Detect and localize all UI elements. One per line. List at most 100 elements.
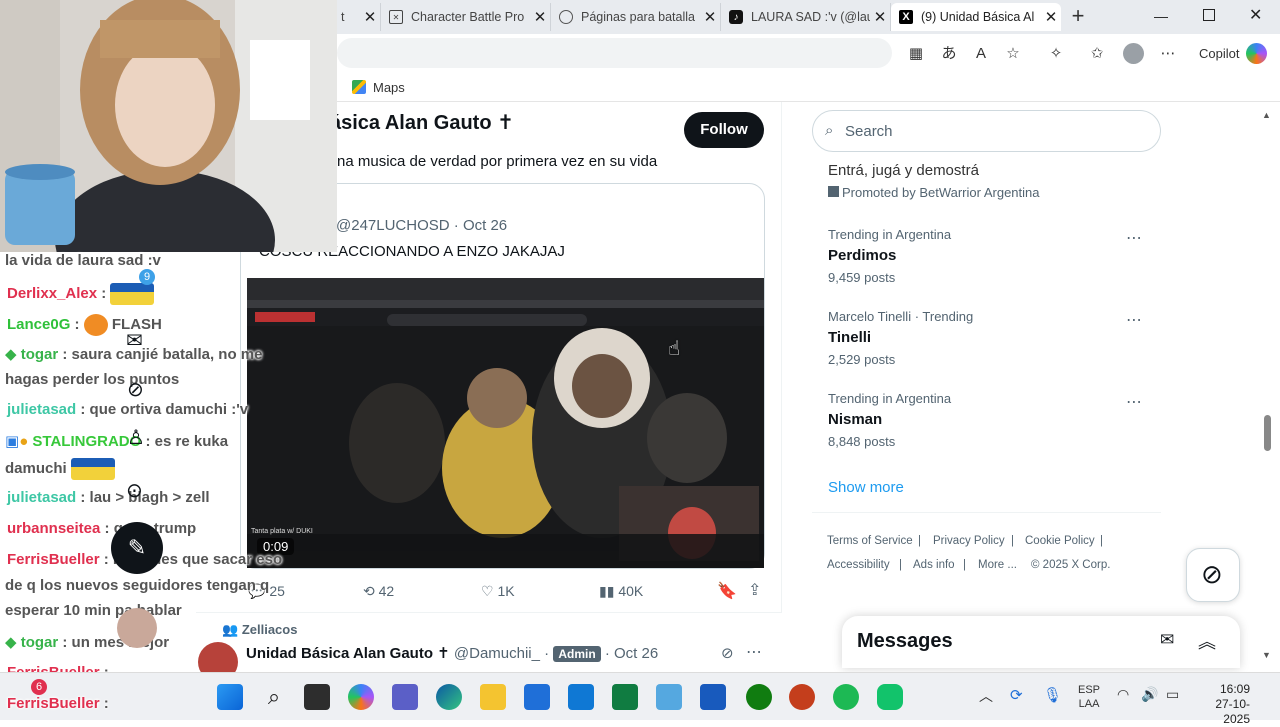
chat-username: STALINGRADO <box>32 433 142 450</box>
trend-item[interactable]: Trending in Argentina Nisman 8,848 posts <box>828 391 1148 449</box>
footer-more[interactable]: More ... <box>978 559 1017 571</box>
wifi-icon[interactable]: ◠ <box>1117 686 1129 703</box>
xbox-icon[interactable] <box>746 684 772 710</box>
tab-character-battle[interactable]: ✕ Character Battle Pro ✕ <box>381 3 551 31</box>
scrollbar-thumb[interactable] <box>1264 415 1271 451</box>
community-name[interactable]: Zelliacos <box>242 622 298 637</box>
store-icon[interactable] <box>524 684 550 710</box>
language-code: ESP <box>1078 684 1101 696</box>
tab-paginas[interactable]: Páginas para batalla ✕ <box>551 3 721 31</box>
quote-handle[interactable]: @247LUCHOSD <box>336 217 450 234</box>
grok-icon[interactable]: ⊘ <box>721 644 734 662</box>
translate-icon[interactable]: あ <box>939 44 959 64</box>
file-explorer-icon[interactable] <box>480 684 506 710</box>
messages-nav-icon[interactable]: ✉ <box>126 328 143 353</box>
tweet-date[interactable]: Oct 26 <box>614 645 658 662</box>
footer-terms[interactable]: Terms of Service <box>827 535 913 547</box>
copilot-label[interactable]: Copilot <box>1199 46 1239 61</box>
share-icon[interactable]: ⇪ <box>748 580 761 600</box>
copilot-icon[interactable] <box>1246 43 1267 64</box>
photos-icon[interactable] <box>656 684 682 710</box>
chat-username: togar <box>20 634 59 651</box>
trend-more-icon[interactable]: ⋯ <box>1126 310 1143 330</box>
video-player[interactable]: Tanta plata w/ DUKI 0:09 <box>247 278 764 568</box>
chat-app-icon[interactable] <box>877 684 903 710</box>
task-view-icon[interactable] <box>304 684 330 710</box>
minimize-icon[interactable]: — <box>1154 8 1168 24</box>
scroll-down-icon[interactable]: ▼ <box>1262 650 1271 660</box>
like-action[interactable]: ♡ 1K <box>481 583 515 600</box>
grok-nav-icon[interactable]: ⊘ <box>127 377 144 402</box>
windows-start-icon[interactable] <box>217 684 243 710</box>
tab-tiktok[interactable]: ♪ LAURA SAD :'v (@lau ✕ <box>721 3 891 31</box>
scroll-up-icon[interactable]: ▲ <box>1262 110 1271 120</box>
footer-sep: | <box>918 535 921 547</box>
trend-more-icon[interactable]: ⋯ <box>1126 228 1143 248</box>
retweet-action[interactable]: ⟲ 42 <box>363 583 394 600</box>
tab-partial[interactable]: t ✕ <box>337 3 381 31</box>
copilot-taskbar-icon[interactable] <box>348 684 374 710</box>
read-aloud-icon[interactable]: A <box>971 44 991 64</box>
bookmark-icon[interactable]: 🔖 <box>717 581 737 601</box>
excel-icon[interactable] <box>612 684 638 710</box>
promo-title[interactable]: Entrá, jugá y demostrá <box>828 162 979 179</box>
quote-date[interactable]: Oct 26 <box>463 217 507 234</box>
spotify-icon[interactable] <box>833 684 859 710</box>
edge-icon[interactable] <box>436 684 462 710</box>
new-tab-button[interactable]: + <box>1066 3 1090 31</box>
battery-icon[interactable]: ▭ <box>1166 686 1179 703</box>
grok-icon: ⊘ <box>1201 559 1223 589</box>
grok-button[interactable]: ⊘ <box>1186 548 1240 602</box>
word-icon[interactable] <box>700 684 726 710</box>
footer-accessibility[interactable]: Accessibility <box>827 559 890 571</box>
more-menu-icon[interactable]: ⋯ <box>1158 44 1178 64</box>
extensions-icon[interactable]: ✧ <box>1046 44 1066 64</box>
close-tab-icon[interactable]: ✕ <box>870 8 890 26</box>
search-input[interactable]: ⌕ Search <box>812 110 1161 152</box>
search-taskbar-icon[interactable]: ⌕ <box>261 684 287 710</box>
teams-icon[interactable] <box>392 684 418 710</box>
expand-icon[interactable]: ︽ <box>1198 628 1216 654</box>
volume-icon[interactable]: 🔊 <box>1141 686 1158 703</box>
account-avatar[interactable] <box>117 608 157 648</box>
app-grid-icon[interactable]: ▦ <box>906 44 926 64</box>
compose-post-button[interactable]: ✎ <box>111 522 163 574</box>
profile-avatar-icon[interactable] <box>1123 43 1144 64</box>
maps-icon <box>352 80 366 94</box>
footer-ads[interactable]: Ads info <box>913 559 955 571</box>
author-handle[interactable]: @Damuchii_ <box>454 645 540 662</box>
close-tab-icon[interactable]: ✕ <box>360 8 380 26</box>
messages-drawer[interactable]: Messages ✉ ︽ <box>842 616 1240 668</box>
tab-x-active[interactable]: X (9) Unidad Básica Al ✕ <box>891 3 1061 31</box>
close-tab-icon[interactable]: ✕ <box>530 8 550 26</box>
trend-item[interactable]: Marcelo Tinelli · Trending Tinelli 2,529… <box>828 309 1148 367</box>
profile-nav-icon[interactable]: ♙ <box>127 425 145 450</box>
powerpoint-icon[interactable] <box>789 684 815 710</box>
trend-item[interactable]: Trending in Argentina Perdimos 9,459 pos… <box>828 227 1148 285</box>
author-name[interactable]: Unidad Básica Alan Gauto ✝ <box>246 645 450 662</box>
new-message-icon[interactable]: ✉ <box>1160 630 1174 650</box>
microphone-icon[interactable]: 🎙 <box>1043 686 1062 704</box>
bookmark-maps[interactable]: Maps <box>373 80 405 95</box>
tray-sync-icon[interactable]: ⟳ <box>1010 686 1023 704</box>
more-options-icon[interactable]: ⋯ <box>746 642 762 662</box>
language-indicator[interactable]: ESP LAA <box>1078 683 1100 711</box>
tab-title: LAURA SAD :'v (@lau <box>751 10 870 24</box>
favorite-star-icon[interactable]: ☆ <box>1003 44 1023 64</box>
more-nav-icon[interactable]: ⊙ <box>126 478 143 503</box>
favorites-icon[interactable]: ✩ <box>1087 44 1107 64</box>
trend-more-icon[interactable]: ⋯ <box>1126 392 1143 412</box>
views-action[interactable]: ▮▮ 40K <box>599 583 643 600</box>
close-tab-icon[interactable]: ✕ <box>700 8 720 26</box>
address-bar[interactable] <box>337 38 892 68</box>
restore-icon[interactable] <box>1203 9 1215 21</box>
clock[interactable]: 16:09 27-10-2025 <box>1194 682 1250 727</box>
footer-cookie[interactable]: Cookie Policy <box>1025 535 1095 547</box>
footer-privacy[interactable]: Privacy Policy <box>933 535 1005 547</box>
close-window-icon[interactable]: ✕ <box>1249 5 1262 25</box>
follow-button[interactable]: Follow <box>684 112 764 148</box>
tray-chevron-icon[interactable]: ︿ <box>979 686 993 706</box>
close-tab-icon[interactable]: ✕ <box>1041 8 1061 26</box>
show-more-link[interactable]: Show more <box>828 479 904 496</box>
mail-icon[interactable] <box>568 684 594 710</box>
